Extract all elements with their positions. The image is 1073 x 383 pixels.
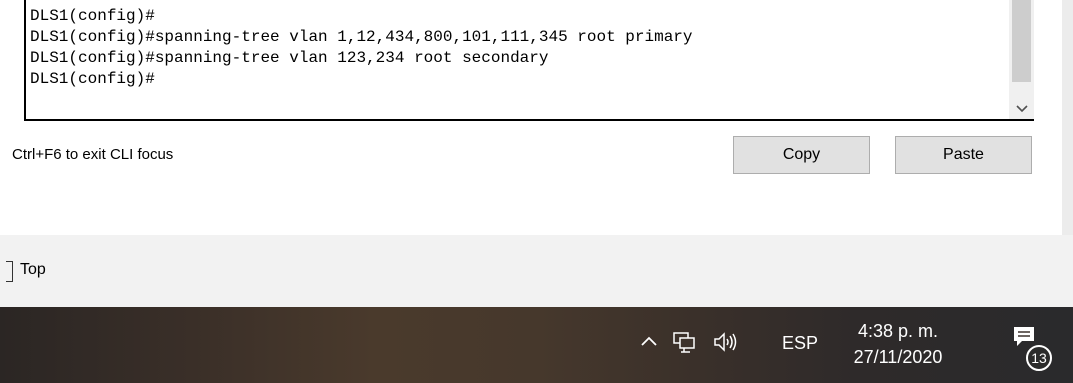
scroll-down-button[interactable]	[1009, 99, 1034, 119]
clock-time: 4:38 p. m.	[857, 321, 939, 341]
cli-line: DLS1(config)#spanning-tree vlan 123,234 …	[30, 49, 549, 67]
chevron-down-icon	[1015, 105, 1028, 113]
chevron-up-icon[interactable]	[640, 334, 658, 352]
system-clock[interactable]: 4:38 p. m. 27/11/2020	[838, 318, 958, 370]
bottom-options-bar: Top	[0, 235, 1073, 307]
cli-scrollbar[interactable]	[1009, 0, 1034, 119]
top-checkbox[interactable]	[6, 261, 13, 282]
windows-taskbar: ESP 4:38 p. m. 27/11/2020 13	[0, 307, 1073, 383]
cli-output: DLS1(config)# DLS1(config)#spanning-tree…	[30, 6, 693, 90]
volume-icon[interactable]	[712, 331, 740, 358]
notification-count-badge: 13	[1026, 345, 1052, 371]
clock-date: 27/11/2020	[853, 347, 943, 367]
cli-focus-hint: Ctrl+F6 to exit CLI focus	[12, 146, 174, 163]
paste-button[interactable]: Paste	[895, 136, 1032, 174]
scrollbar-thumb[interactable]	[1012, 0, 1031, 82]
cli-line: DLS1(config)#	[30, 7, 155, 25]
language-indicator[interactable]: ESP	[782, 333, 818, 354]
network-icon[interactable]	[672, 331, 696, 358]
top-checkbox-label: Top	[20, 261, 46, 278]
cli-line: DLS1(config)#	[30, 70, 155, 88]
cli-line: DLS1(config)#spanning-tree vlan 1,12,434…	[30, 28, 693, 46]
window-edge	[1062, 0, 1073, 235]
cli-terminal[interactable]: DLS1(config)# DLS1(config)#spanning-tree…	[24, 0, 1034, 121]
packet-tracer-cli-window: DLS1(config)# DLS1(config)#spanning-tree…	[0, 0, 1073, 307]
copy-button[interactable]: Copy	[733, 136, 870, 174]
